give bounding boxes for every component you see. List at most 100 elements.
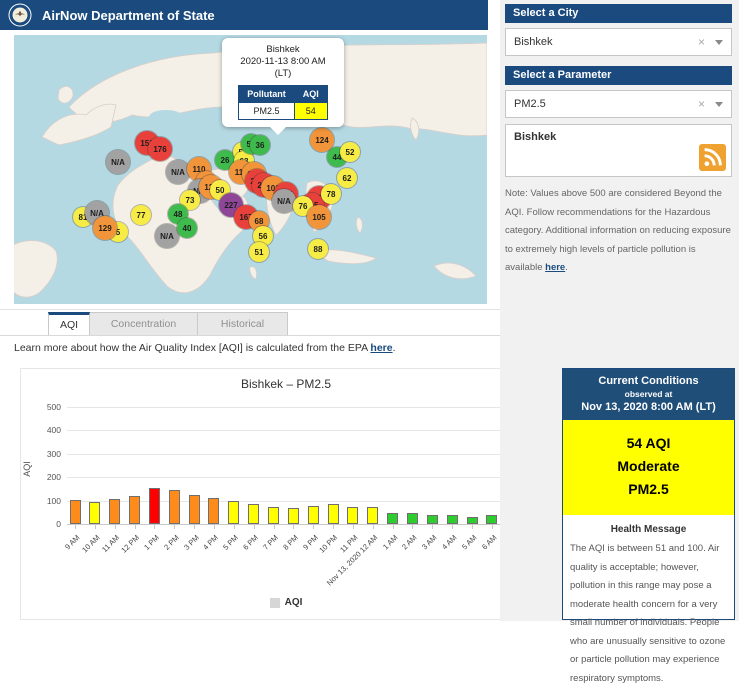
popup-city: Bishkek: [266, 44, 300, 55]
aqi-marker[interactable]: 129: [93, 216, 117, 240]
gridline: [67, 453, 541, 455]
aqi-bar[interactable]: [387, 513, 399, 524]
note-here-link[interactable]: here: [545, 262, 565, 273]
aqi-bar[interactable]: [208, 498, 220, 524]
current-conditions-header: Current Conditions observed at Nov 13, 2…: [563, 369, 734, 420]
conditions-datetime: Nov 13, 2020 8:00 AM (LT): [581, 401, 716, 413]
popup-pollutant-value: PM2.5: [238, 101, 295, 120]
tab-concentration[interactable]: Concentration: [90, 312, 198, 336]
x-tick: [491, 525, 493, 529]
legend-label: AQI: [284, 597, 303, 608]
aqi-bar[interactable]: [109, 499, 121, 524]
aqi-bar[interactable]: [367, 507, 379, 524]
aqi-marker[interactable]: N/A: [155, 224, 179, 248]
x-tick-label: 2 PM: [161, 533, 181, 552]
x-tick-label: 10 AM: [79, 533, 102, 555]
aqi-bar[interactable]: [248, 504, 260, 524]
conditions-aqi-value: 54 AQI: [626, 435, 671, 451]
aqi-marker[interactable]: 40: [177, 218, 197, 238]
conditions-title: Current Conditions: [598, 375, 699, 387]
aqi-marker[interactable]: 176: [148, 137, 172, 161]
x-tick: [194, 525, 196, 529]
city-select-value: Bishkek: [514, 36, 553, 48]
x-tick-label: 6 PM: [241, 533, 261, 552]
aqi-bar[interactable]: [446, 515, 458, 524]
health-message-section: Health Message The AQI is between 51 and…: [563, 515, 734, 694]
gridline: [67, 430, 541, 432]
parameter-clear-icon[interactable]: ×: [698, 97, 705, 111]
x-tick: [452, 525, 454, 529]
y-tick-label: 100: [46, 495, 61, 506]
aqi-marker[interactable]: N/A: [106, 150, 130, 174]
parameter-select[interactable]: PM2.5 ×: [505, 90, 732, 118]
aqi-bar[interactable]: [406, 513, 418, 524]
aqi-bar[interactable]: [426, 515, 438, 524]
learn-more-prefix: Learn more about how the Air Quality Ind…: [14, 342, 371, 354]
y-tick-label: 200: [46, 472, 61, 483]
x-tick: [352, 525, 354, 529]
city-dropdown-caret-icon[interactable]: [715, 39, 723, 45]
conditions-aqi-block: 54 AQI Moderate PM2.5: [563, 420, 734, 516]
x-tick: [134, 525, 136, 529]
aqi-bar[interactable]: [148, 488, 160, 524]
health-message-title: Health Message: [610, 524, 687, 536]
x-tick-label: 5 PM: [221, 533, 241, 552]
parameter-dropdown-caret-icon[interactable]: [715, 101, 723, 107]
chart-title: Bishkek – PM2.5: [240, 377, 332, 391]
popup-datetime: 2020-11-13 8:00 AM: [240, 55, 326, 67]
aqi-world-map[interactable]: N/A15317681N/A512977N/AN/A11057N/A125507…: [14, 35, 487, 304]
epa-link[interactable]: here: [370, 342, 392, 354]
aqi-marker[interactable]: 52: [340, 142, 360, 162]
aqi-marker[interactable]: 88: [308, 239, 328, 259]
chart-legend[interactable]: AQI: [21, 597, 551, 608]
aqi-bar[interactable]: [89, 502, 101, 524]
city-select[interactable]: Bishkek ×: [505, 28, 732, 56]
aqi-bar[interactable]: [268, 507, 279, 524]
aqi-bar[interactable]: [466, 517, 478, 524]
city-clear-icon[interactable]: ×: [698, 35, 705, 49]
aqi-bar[interactable]: [188, 495, 200, 524]
x-tick-label: 5 AM: [459, 533, 479, 552]
x-tick: [233, 525, 235, 529]
view-tabs: AQI Concentration Historical: [48, 312, 288, 336]
tab-historical[interactable]: Historical: [198, 312, 288, 336]
x-tick: [432, 525, 434, 529]
city-widget-header: Select a City: [505, 4, 732, 23]
aqi-marker[interactable]: 51: [249, 242, 269, 262]
rss-feed-icon[interactable]: [699, 144, 726, 171]
x-tick-label: 7 PM: [261, 533, 280, 552]
x-tick-label: 1 AM: [380, 533, 399, 552]
x-tick-label: 3 PM: [181, 533, 201, 552]
health-message-text: The AQI is between 51 and 100. Air quali…: [570, 543, 726, 684]
popup-timezone: (LT): [274, 67, 292, 79]
map-popup: Bishkek 2020-11-13 8:00 AM (LT) Pollutan…: [222, 38, 344, 135]
aqi-bar[interactable]: [168, 490, 180, 524]
popup-table: Pollutant AQI PM2.5 54: [238, 84, 328, 120]
aqi-marker[interactable]: 105: [307, 205, 331, 229]
y-tick-label: 300: [46, 448, 61, 459]
aqi-marker[interactable]: N/A: [272, 189, 296, 213]
x-tick: [472, 525, 473, 529]
aqi-bar[interactable]: [129, 496, 141, 524]
y-tick-label: 0: [56, 519, 61, 529]
aqi-marker[interactable]: 62: [337, 168, 357, 188]
aqi-bar[interactable]: [287, 508, 299, 524]
x-tick: [372, 525, 374, 529]
aqi-marker[interactable]: 78: [321, 184, 341, 204]
city-widget: Select a City Bishkek ×: [505, 4, 732, 56]
aqi-bar[interactable]: [69, 500, 81, 524]
aqi-marker[interactable]: 77: [131, 205, 151, 225]
aqi-bar[interactable]: [347, 507, 359, 524]
aqi-marker[interactable]: 124: [310, 128, 334, 152]
feed-box: Bishkek: [505, 124, 732, 177]
x-tick-label: 6 AM: [479, 533, 499, 552]
x-tick-label: 9 AM: [62, 533, 82, 552]
x-tick-label: 4 PM: [201, 533, 221, 552]
aqi-bar[interactable]: [307, 506, 319, 524]
aqi-marker[interactable]: 36: [250, 135, 270, 155]
current-conditions-panel: Current Conditions observed at Nov 13, 2…: [562, 368, 735, 684]
aqi-bar[interactable]: [486, 515, 498, 524]
aqi-bar[interactable]: [228, 501, 240, 524]
tab-aqi[interactable]: AQI: [48, 312, 90, 336]
aqi-bar[interactable]: [327, 504, 339, 524]
